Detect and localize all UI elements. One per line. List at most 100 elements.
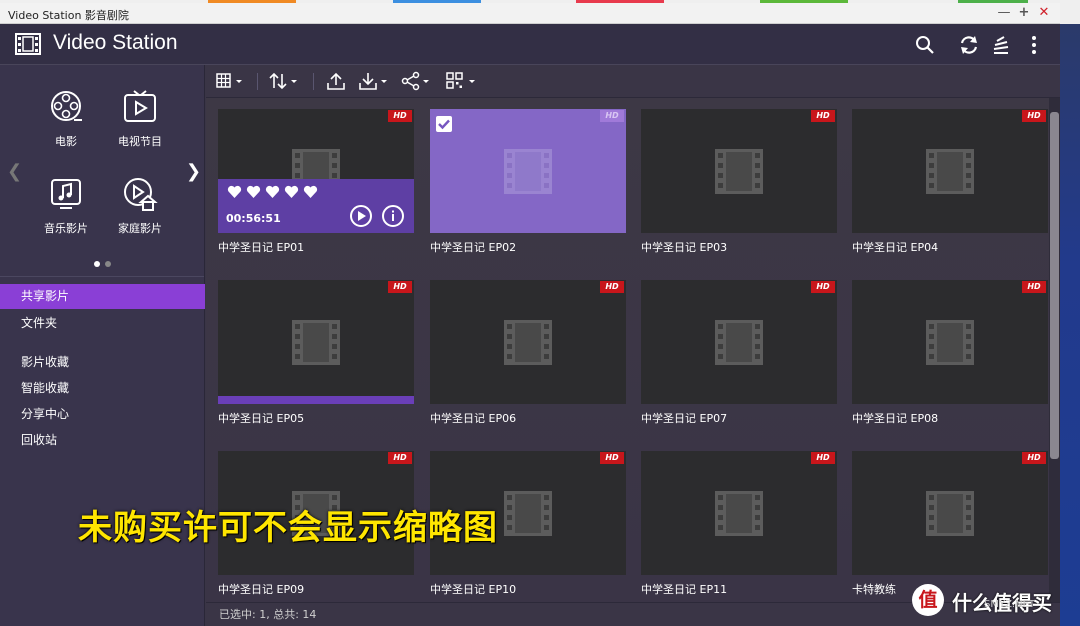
video-thumbnail[interactable]: HD <box>852 109 1048 233</box>
background-tasks-icon[interactable] <box>990 34 1012 56</box>
video-thumbnail[interactable]: HD <box>430 280 626 404</box>
tv-program-icon <box>124 90 156 122</box>
download-icon[interactable] <box>358 71 390 91</box>
desktop-edge <box>1060 24 1080 626</box>
toolbar-separator <box>257 73 258 90</box>
video-title[interactable]: 中学圣日记 EP08 <box>852 410 938 426</box>
video-title[interactable]: 中学圣日记 EP09 <box>218 581 304 597</box>
close-button[interactable]: ✕ <box>1036 5 1052 21</box>
category-music-videos[interactable]: 音乐影片 <box>36 176 96 236</box>
toolbar <box>206 65 1060 98</box>
minimize-button[interactable]: — <box>996 5 1012 21</box>
carousel-dot-active[interactable] <box>94 261 100 267</box>
hd-badge: HD <box>388 281 412 293</box>
watch-progress-bar <box>218 396 414 404</box>
video-title[interactable]: 中学圣日记 EP03 <box>641 239 727 255</box>
hd-badge: HD <box>811 452 835 464</box>
selection-status: 已选中: 1, 总共: 14 <box>219 608 317 621</box>
film-placeholder-icon <box>504 149 552 194</box>
video-title[interactable]: 中学圣日记 EP02 <box>430 239 516 255</box>
grid-view-icon[interactable] <box>216 71 246 91</box>
category-label: 家庭影片 <box>118 222 162 235</box>
heart-icon[interactable] <box>284 185 299 199</box>
video-title[interactable]: 中学圣日记 EP11 <box>641 581 727 597</box>
heart-icon[interactable] <box>227 185 242 199</box>
video-title[interactable]: 中学圣日记 EP10 <box>430 581 516 597</box>
film-placeholder-icon <box>926 491 974 536</box>
hd-badge: HD <box>600 110 624 122</box>
video-title[interactable]: 中学圣日记 EP05 <box>218 410 304 426</box>
play-icon[interactable] <box>350 205 372 227</box>
sidebar-item-shared-videos[interactable]: 共享影片 <box>0 284 205 309</box>
hd-badge: HD <box>811 281 835 293</box>
window-titlebar[interactable]: Video Station 影音剧院 — + ✕ <box>0 3 1060 24</box>
sidebar-item-recycle-bin[interactable]: 回收站 <box>0 428 205 453</box>
watermark: 值 什么值得买 SMYZ.NET <box>912 583 1072 617</box>
sidebar-divider <box>0 276 204 277</box>
heart-icon[interactable] <box>265 185 280 199</box>
film-placeholder-icon <box>504 320 552 365</box>
scrollbar-thumb[interactable] <box>1050 112 1059 459</box>
hd-badge: HD <box>1022 452 1046 464</box>
carousel-dot[interactable] <box>105 261 111 267</box>
carousel-next-icon[interactable]: ❯ <box>186 161 201 182</box>
film-placeholder-icon <box>926 149 974 194</box>
sidebar-item-share-center[interactable]: 分享中心 <box>0 402 205 427</box>
sidebar-item-smart-collections[interactable]: 智能收藏 <box>0 376 205 401</box>
video-thumbnail[interactable]: HD <box>852 451 1048 575</box>
film-placeholder-icon <box>292 320 340 365</box>
video-title[interactable]: 中学圣日记 EP06 <box>430 410 516 426</box>
category-label: 音乐影片 <box>44 222 88 235</box>
film-reel-icon <box>51 91 82 121</box>
more-options-icon[interactable] <box>1023 34 1045 56</box>
share-icon[interactable] <box>401 71 433 91</box>
heart-icon[interactable] <box>303 185 318 199</box>
film-placeholder-icon <box>715 491 763 536</box>
film-placeholder-icon <box>504 491 552 536</box>
qr-code-icon[interactable] <box>446 71 478 91</box>
toolbar-separator <box>313 73 314 90</box>
checkbox-checked-icon[interactable] <box>436 116 452 132</box>
video-title[interactable]: 中学圣日记 EP01 <box>218 239 304 255</box>
video-title[interactable]: 卡特教练 <box>852 581 896 597</box>
hover-info-overlay: 00:56:51 <box>218 179 414 233</box>
video-thumbnail[interactable]: HD <box>641 280 837 404</box>
watermark-subtext: SMYZ.NET <box>984 599 1036 610</box>
hd-badge: HD <box>1022 110 1046 122</box>
app-title: Video Station <box>53 31 178 54</box>
film-placeholder-icon <box>926 320 974 365</box>
category-movies[interactable]: 电影 <box>36 89 96 149</box>
video-title[interactable]: 中学圣日记 EP04 <box>852 239 938 255</box>
hd-badge: HD <box>1022 281 1046 293</box>
music-video-icon <box>51 179 81 209</box>
carousel-prev-icon[interactable]: ❮ <box>7 161 22 182</box>
video-thumbnail[interactable]: HD <box>852 280 1048 404</box>
video-thumbnail[interactable]: HD 00:56:51 <box>218 109 414 233</box>
category-tv-shows[interactable]: 电视节目 <box>110 89 170 149</box>
video-thumbnail[interactable]: HD <box>218 280 414 404</box>
watermark-badge: 值 <box>912 584 944 616</box>
home-video-icon <box>124 178 158 211</box>
video-thumbnail[interactable]: HD <box>641 451 837 575</box>
hd-badge: HD <box>600 281 624 293</box>
search-icon[interactable] <box>914 34 936 56</box>
refresh-icon[interactable] <box>958 34 980 56</box>
sort-icon[interactable] <box>269 71 301 91</box>
video-station-logo-icon <box>15 33 41 55</box>
info-icon[interactable] <box>382 205 404 227</box>
category-home-videos[interactable]: 家庭影片 <box>110 176 170 236</box>
video-title[interactable]: 中学圣日记 EP07 <box>641 410 727 426</box>
hd-badge: HD <box>388 452 412 464</box>
video-thumbnail-selected[interactable]: HD <box>430 109 626 233</box>
window-title: Video Station 影音剧院 <box>8 9 129 22</box>
heart-icon[interactable] <box>246 185 261 199</box>
upload-icon[interactable] <box>326 71 346 91</box>
film-placeholder-icon <box>715 149 763 194</box>
maximize-button[interactable]: + <box>1016 5 1032 21</box>
category-label: 电视节目 <box>118 135 162 148</box>
sidebar-item-collections[interactable]: 影片收藏 <box>0 350 205 375</box>
sidebar-item-folders[interactable]: 文件夹 <box>0 311 205 336</box>
category-label: 电影 <box>55 135 77 148</box>
overlay-caption: 未购买许可不会显示缩略图 <box>78 508 498 548</box>
video-thumbnail[interactable]: HD <box>641 109 837 233</box>
